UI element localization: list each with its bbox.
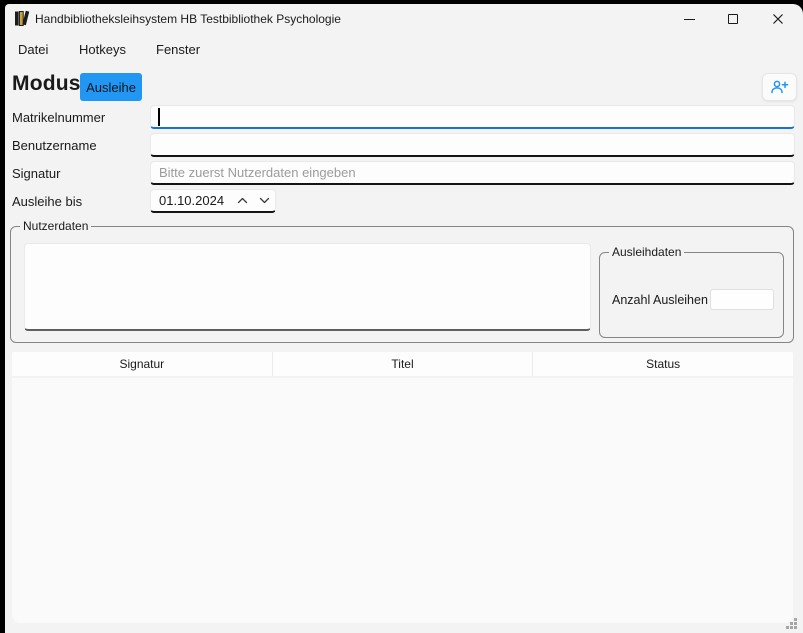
date-decrement-button[interactable]: [253, 190, 275, 211]
anzahl-ausleihen-label: Anzahl Ausleihen: [612, 293, 708, 307]
nutzerdaten-textarea[interactable]: [24, 243, 591, 331]
resize-grip[interactable]: [783, 615, 799, 631]
maximize-button[interactable]: [711, 4, 755, 34]
signatur-input[interactable]: [150, 161, 795, 185]
date-value: 01.10.2024: [151, 193, 231, 208]
maximize-icon: [728, 14, 738, 24]
signatur-label: Signatur: [12, 166, 60, 181]
menu-item-hotkeys[interactable]: Hotkeys: [79, 34, 126, 66]
column-header-signatur[interactable]: Signatur: [12, 352, 273, 376]
benutzername-input[interactable]: [150, 133, 795, 157]
mode-heading: Modus: [12, 72, 81, 96]
chevron-up-icon: [237, 197, 248, 204]
ausleihe-bis-label: Ausleihe bis: [12, 194, 82, 209]
menu-item-fenster[interactable]: Fenster: [156, 34, 200, 66]
ausleihe-bis-date-spinner[interactable]: 01.10.2024: [150, 189, 276, 213]
anzahl-ausleihen-input[interactable]: [710, 289, 774, 310]
add-user-button[interactable]: [762, 73, 797, 101]
date-increment-button[interactable]: [231, 190, 253, 211]
close-icon: [772, 13, 784, 25]
table-header: Signatur Titel Status: [12, 352, 793, 376]
chevron-down-icon: [259, 197, 270, 204]
person-add-icon: [770, 79, 789, 95]
menubar: Datei Hotkeys Fenster: [5, 34, 803, 66]
ausleihe-mode-button[interactable]: Ausleihe: [80, 73, 142, 101]
column-header-titel[interactable]: Titel: [273, 352, 534, 376]
table-body-empty: [12, 378, 793, 623]
nutzerdaten-legend: Nutzerdaten: [20, 219, 91, 233]
text-caret: [158, 108, 160, 126]
benutzername-label: Benutzername: [12, 138, 97, 153]
minimize-icon: [684, 19, 695, 20]
close-button[interactable]: [756, 4, 800, 34]
matrikelnummer-label: Matrikelnummer: [12, 110, 105, 125]
window-title: Handbibliotheksleihsystem HB Testbibliot…: [35, 4, 341, 34]
menu-item-datei[interactable]: Datei: [18, 34, 48, 66]
column-header-status[interactable]: Status: [533, 352, 793, 376]
nutzerdaten-groupbox: Nutzerdaten Ausleihdaten Anzahl Ausleihe…: [10, 226, 794, 343]
minimize-button[interactable]: [667, 4, 711, 34]
ausleihdaten-legend: Ausleihdaten: [609, 245, 684, 259]
ausleihdaten-groupbox: Ausleihdaten Anzahl Ausleihen: [599, 252, 784, 338]
titlebar: Handbibliotheksleihsystem HB Testbibliot…: [5, 4, 803, 34]
books-icon: [14, 10, 31, 27]
app-window: Handbibliotheksleihsystem HB Testbibliot…: [5, 4, 803, 633]
matrikelnummer-input[interactable]: [150, 105, 795, 129]
